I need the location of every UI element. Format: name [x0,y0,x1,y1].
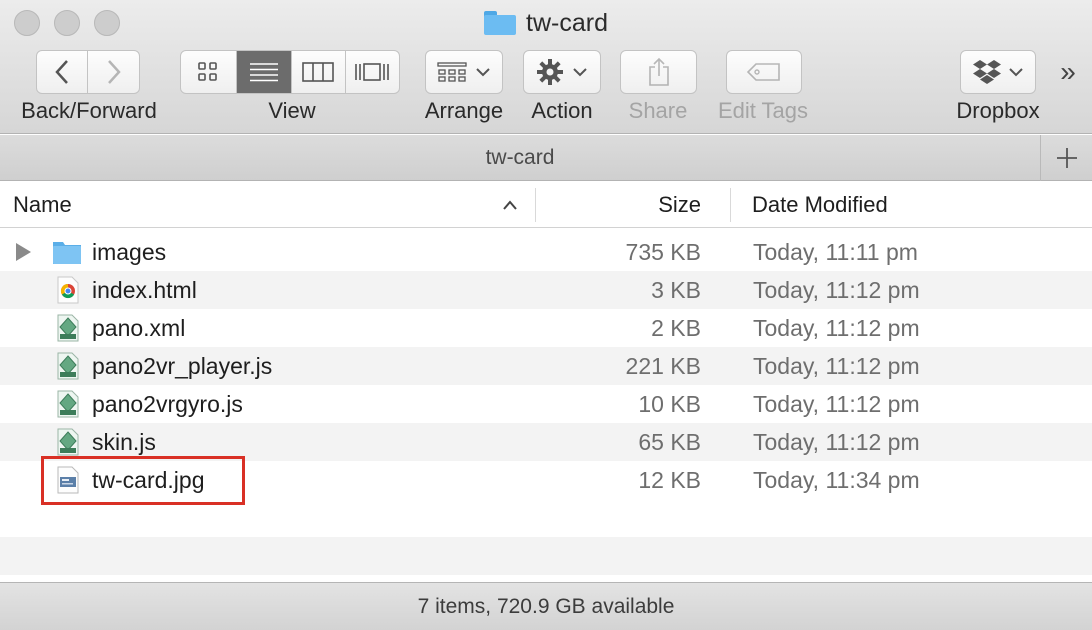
file-name: pano2vrgyro.js [92,391,243,417]
cover-flow-icon [355,63,390,81]
chevron-left-icon [55,60,68,84]
text-file-icon [52,352,82,380]
back-forward-label: Back/Forward [21,98,157,123]
folder-icon [484,11,517,35]
file-date: Today, 11:12 pm [753,315,920,341]
column-header-date[interactable]: Date Modified [752,182,888,228]
file-date: Today, 11:34 pm [753,467,920,493]
file-row-images[interactable]: images 735 KB Today, 11:11 pm [0,233,1092,271]
file-size: 12 KB [638,467,701,493]
file-date: Today, 11:11 pm [753,239,918,265]
tab-bar: tw-card [0,135,1092,181]
view-label: View [268,98,316,123]
folder-icon [52,238,82,266]
toolbar-overflow-button[interactable]: » [1052,56,1084,90]
tab-tw-card[interactable]: tw-card [0,135,1040,181]
file-row-index-html[interactable]: index.html 3 KB Today, 11:12 pm [0,271,1092,309]
chrome-icon [52,276,82,304]
arrange-label: Arrange [424,98,504,123]
window-title-area: tw-card [0,6,1092,40]
file-name: pano.xml [92,315,186,341]
dropbox-icon [973,60,1001,84]
file-date: Today, 11:12 pm [753,429,920,455]
column-header: Name Size Date Modified [0,182,1092,228]
tag-icon [746,63,780,81]
file-date: Today, 11:12 pm [753,277,920,303]
share-label: Share [628,98,688,123]
action-label: Action [531,98,593,123]
text-file-icon [52,390,82,418]
chevron-down-icon [1009,68,1023,77]
file-name: index.html [92,277,197,303]
window-title: tw-card [526,8,608,37]
action-button[interactable] [523,50,601,94]
file-date: Today, 11:12 pm [753,353,920,379]
file-size: 65 KB [638,429,701,455]
edit-tags-button[interactable] [726,50,802,94]
toolbar: tw-card Back/Forward View Arrange Action… [0,0,1092,134]
text-file-icon [52,314,82,342]
column-header-name[interactable]: Name [13,182,72,228]
icon-grid-icon [198,62,218,81]
file-size: 3 KB [651,277,701,303]
back-forward-control [36,50,140,94]
empty-row [0,537,1092,575]
arrange-button[interactable] [425,50,503,94]
file-size: 2 KB [651,315,701,341]
forward-button[interactable] [88,51,139,93]
column-divider[interactable] [730,188,731,222]
share-button[interactable] [620,50,697,94]
new-tab-button[interactable] [1040,135,1092,181]
file-name: pano2vr_player.js [92,353,273,379]
chevron-down-icon [573,68,587,77]
file-name: images [92,239,167,265]
edit-tags-label: Edit Tags [717,98,809,123]
list-view-button[interactable] [236,51,292,93]
file-size: 735 KB [625,239,701,265]
list-icon [249,63,278,82]
highlight-box [41,456,245,505]
column-header-size[interactable]: Size [658,182,701,228]
view-control [180,50,400,94]
file-row-pano2vr-player-js[interactable]: pano2vr_player.js 221 KB Today, 11:12 pm [0,347,1092,385]
cover-flow-button[interactable] [346,51,399,93]
back-button[interactable] [37,51,89,93]
plus-icon [1056,148,1077,168]
file-size: 221 KB [625,353,701,379]
sort-ascending-icon [503,200,517,210]
icon-view-button[interactable] [181,51,237,93]
column-divider[interactable] [535,188,536,222]
file-date: Today, 11:12 pm [753,391,920,417]
status-bar: 7 items, 720.9 GB available [0,582,1092,630]
dropbox-button[interactable] [960,50,1036,94]
file-size: 10 KB [638,391,701,417]
text-file-icon [52,428,82,456]
column-view-button[interactable] [292,51,346,93]
columns-icon [302,62,335,82]
disclosure-triangle-icon[interactable] [16,243,31,261]
share-icon [648,57,669,86]
file-row-pano2vrgyro-js[interactable]: pano2vrgyro.js 10 KB Today, 11:12 pm [0,385,1092,423]
file-row-pano-xml[interactable]: pano.xml 2 KB Today, 11:12 pm [0,309,1092,347]
arrange-grid-icon [437,62,467,82]
gear-icon [537,59,563,85]
dropbox-label: Dropbox [956,98,1040,123]
chevron-down-icon [476,68,490,77]
chevron-right-icon [107,60,121,84]
